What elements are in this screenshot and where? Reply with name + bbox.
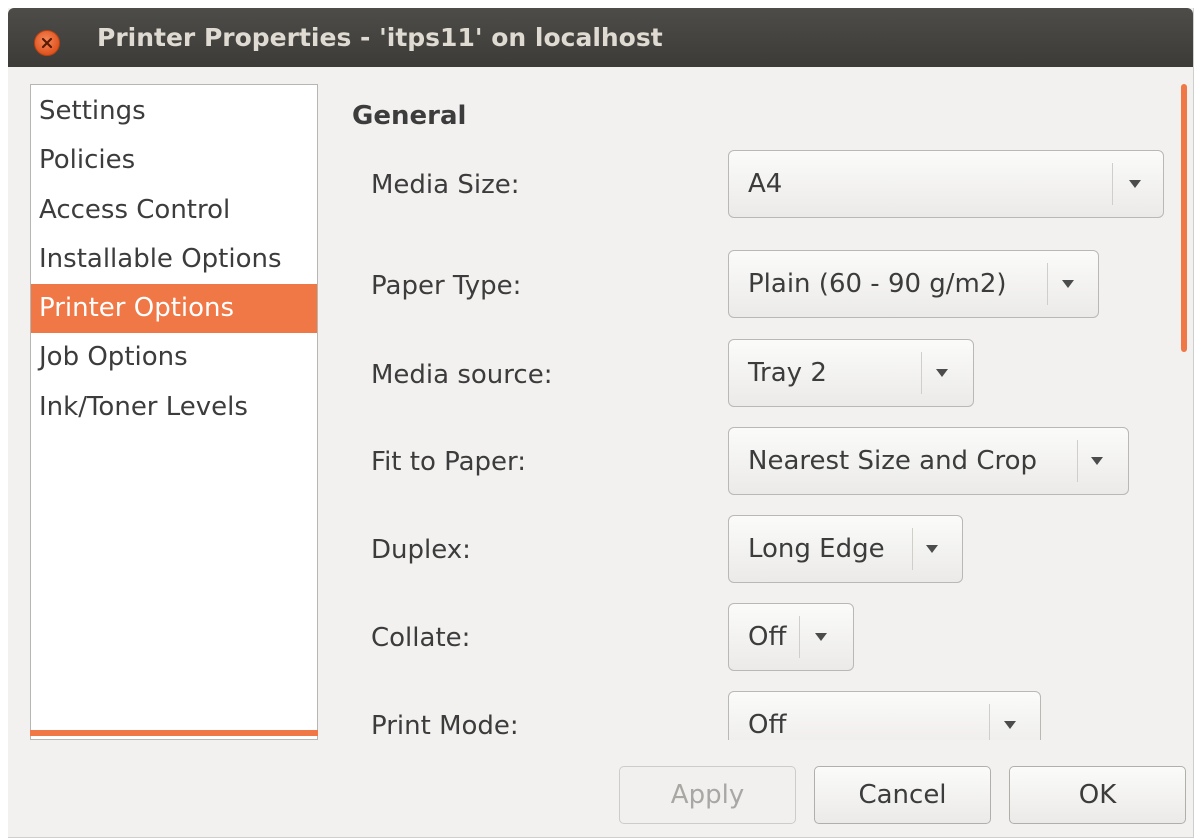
dropdown-arrow-icon	[1115, 151, 1155, 217]
media-size-label: Media Size:	[371, 170, 520, 200]
media-source-label: Media source:	[371, 360, 553, 390]
sidebar-item-settings[interactable]: Settings	[31, 87, 317, 136]
media-size-value: A4	[748, 169, 783, 199]
options-scroll-area: General Media Size: A4 Paper Type: Plain…	[338, 84, 1183, 740]
options-vertical-scrollbar[interactable]	[1181, 84, 1187, 352]
dropdown-arrow-icon	[1048, 251, 1088, 317]
fit-to-paper-combo[interactable]: Nearest Size and Crop	[728, 427, 1129, 495]
print-mode-label: Print Mode:	[371, 711, 519, 740]
sidebar-item-printer-options[interactable]: Printer Options	[31, 284, 317, 333]
media-source-combo[interactable]: Tray 2	[728, 339, 974, 407]
window-title: Printer Properties - 'itps11' on localho…	[97, 23, 663, 52]
dropdown-arrow-icon	[922, 340, 962, 406]
dropdown-arrow-icon	[801, 604, 841, 670]
print-mode-value: Off	[748, 710, 787, 740]
sidebar-item-policies[interactable]: Policies	[31, 136, 317, 185]
fit-to-paper-value: Nearest Size and Crop	[748, 446, 1037, 476]
duplex-label: Duplex:	[371, 535, 471, 565]
section-heading-general: General	[352, 101, 467, 131]
combo-separator	[1112, 163, 1113, 205]
apply-button[interactable]: Apply	[619, 766, 796, 824]
dropdown-arrow-icon	[912, 516, 952, 582]
sidebar: Settings Policies Access Control Install…	[30, 84, 318, 740]
close-button[interactable]	[34, 30, 60, 56]
sidebar-horizontal-scrollbar[interactable]	[30, 730, 318, 736]
sidebar-item-ink-toner-levels[interactable]: Ink/Toner Levels	[31, 383, 317, 432]
duplex-combo[interactable]: Long Edge	[728, 515, 963, 583]
media-source-value: Tray 2	[748, 358, 827, 388]
sidebar-item-installable-options[interactable]: Installable Options	[31, 235, 317, 284]
sidebar-item-access-control[interactable]: Access Control	[31, 186, 317, 235]
dropdown-arrow-icon	[1077, 428, 1117, 494]
fit-to-paper-label: Fit to Paper:	[371, 447, 527, 477]
cancel-button[interactable]: Cancel	[814, 766, 991, 824]
duplex-value: Long Edge	[748, 534, 885, 564]
paper-type-value: Plain (60 - 90 g/m2)	[748, 269, 1007, 299]
ok-button[interactable]: OK	[1009, 766, 1186, 824]
printer-properties-window: Printer Properties - 'itps11' on localho…	[8, 8, 1194, 838]
print-mode-combo[interactable]: Off	[728, 691, 1041, 740]
collate-combo[interactable]: Off	[728, 603, 854, 671]
collate-value: Off	[748, 622, 787, 652]
collate-label: Collate:	[371, 623, 471, 653]
paper-type-label: Paper Type:	[371, 271, 522, 301]
paper-type-combo[interactable]: Plain (60 - 90 g/m2)	[728, 250, 1099, 318]
title-bar[interactable]: Printer Properties - 'itps11' on localho…	[8, 8, 1193, 67]
combo-separator	[799, 616, 800, 658]
close-icon	[41, 37, 53, 49]
sidebar-item-job-options[interactable]: Job Options	[31, 333, 317, 382]
media-size-combo[interactable]: A4	[728, 150, 1164, 218]
dropdown-arrow-icon	[990, 692, 1030, 740]
